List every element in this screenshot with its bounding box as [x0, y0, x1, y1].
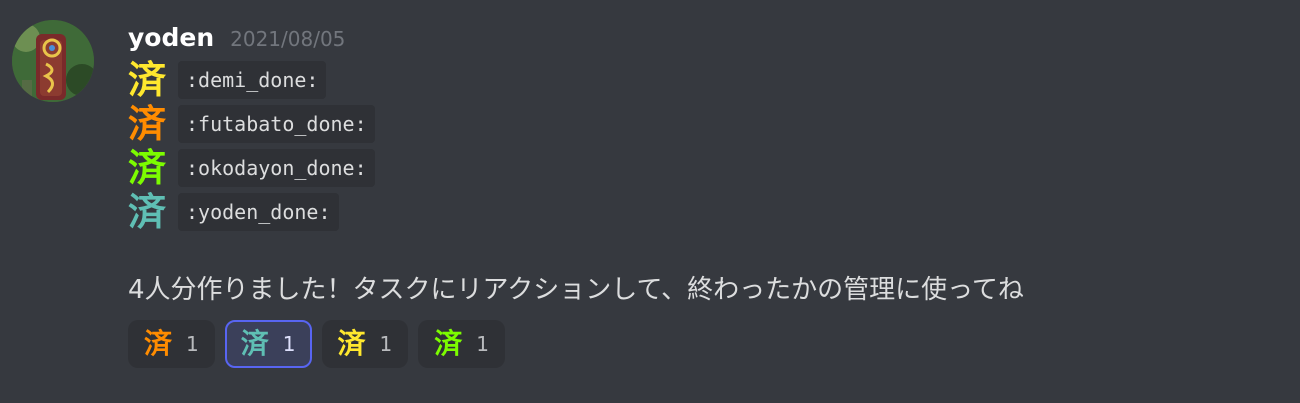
emoji-code: :yoden_done: [178, 193, 339, 231]
emoji-line-okodayon: 済 :okodayon_done: [128, 146, 1288, 190]
reaction-count: 1 [282, 332, 296, 356]
chat-message: yoden 2021/08/05 済 :demi_done: 済 :futaba… [0, 0, 1300, 403]
reaction-bar: 済 1 済 1 済 1 済 1 [128, 320, 1288, 368]
user-avatar-icon [12, 20, 94, 102]
emoji-line-demi: 済 :demi_done: [128, 58, 1288, 102]
reaction-button-active[interactable]: 済 1 [224, 320, 312, 368]
done-emoji-teal: 済 [240, 327, 269, 360]
message-content: yoden 2021/08/05 済 :demi_done: 済 :futaba… [128, 18, 1288, 368]
reaction-button[interactable]: 済 1 [418, 320, 505, 368]
done-emoji-yellow: 済 [337, 327, 366, 360]
done-emoji-teal: 済 [128, 190, 167, 234]
emoji-code: :futabato_done: [178, 105, 375, 143]
done-emoji-green: 済 [128, 146, 167, 190]
reaction-count: 1 [476, 332, 489, 356]
message-text: 4人分作りました！タスクにリアクションして、終わったかの管理に使ってね [128, 275, 1024, 305]
done-emoji-green: 済 [434, 327, 463, 360]
reaction-count: 1 [379, 332, 393, 356]
done-emoji-yellow: 済 [128, 58, 167, 102]
message-header: yoden 2021/08/05 [128, 18, 1288, 58]
emoji-line-yoden: 済 :yoden_done: [128, 190, 1288, 234]
username[interactable]: yoden [128, 18, 214, 58]
emoji-code: :okodayon_done: [178, 149, 375, 187]
emoji-code: :demi_done: [178, 61, 327, 99]
avatar[interactable] [12, 20, 94, 102]
done-emoji-orange: 済 [128, 102, 167, 146]
emoji-line-futabato: 済 :futabato_done: [128, 102, 1288, 146]
done-emoji-orange: 済 [144, 327, 173, 360]
reaction-button[interactable]: 済 1 [128, 320, 215, 368]
reaction-count: 1 [186, 332, 199, 356]
reaction-button[interactable]: 済 1 [321, 320, 409, 368]
timestamp: 2021/08/05 [230, 27, 346, 51]
